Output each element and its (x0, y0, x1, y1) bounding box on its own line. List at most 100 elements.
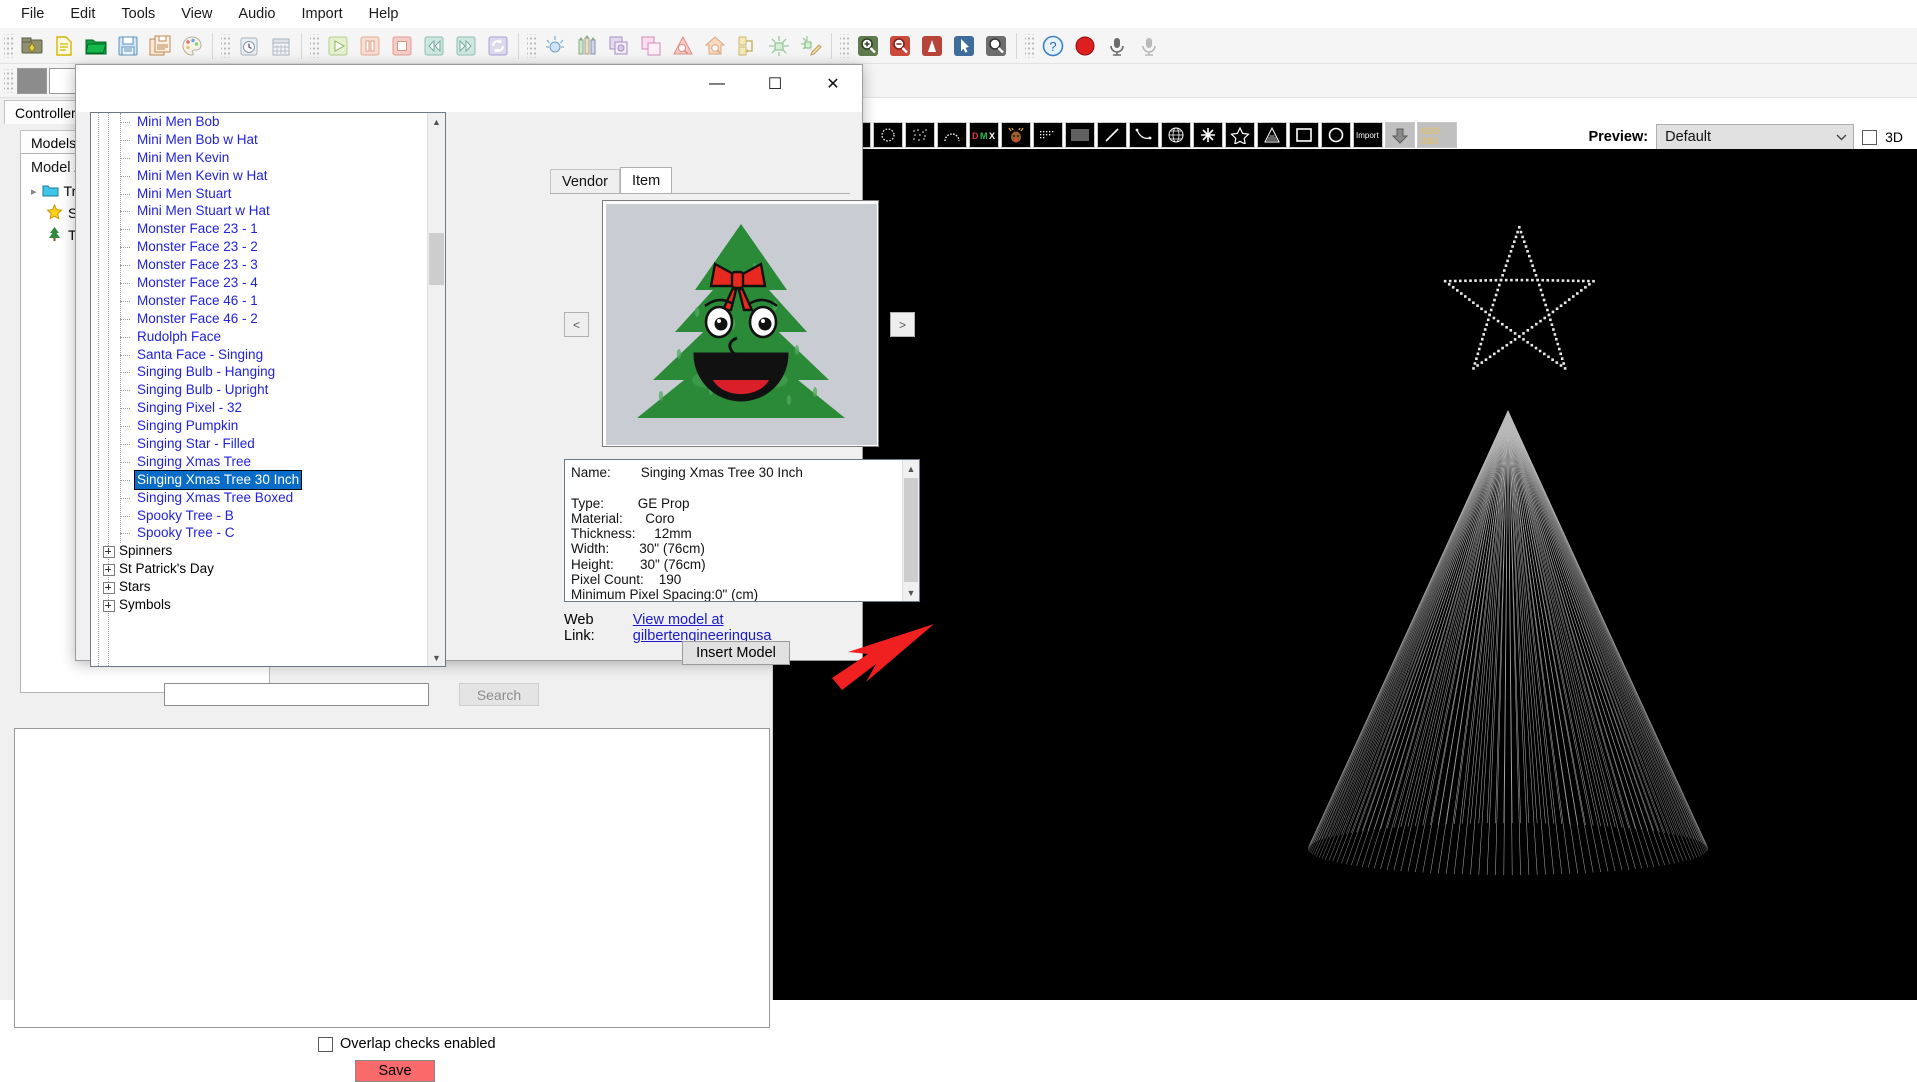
expand-plus-icon[interactable] (103, 582, 115, 595)
tree-leaf[interactable]: Singing Bulb - Upright (91, 381, 427, 399)
scroll-down-arrow[interactable]: ▼ (428, 649, 445, 666)
tree-leaf[interactable]: Spooky Tree - C (91, 524, 427, 542)
menu-item-view[interactable]: View (168, 3, 225, 25)
tree-leaf[interactable]: Mini Men Bob (91, 113, 427, 131)
tree-node[interactable]: Spinners (91, 542, 427, 560)
three-d-checkbox[interactable] (1862, 129, 1878, 145)
tree-leaf[interactable]: Santa Face - Singing (91, 346, 427, 364)
tree-leaf[interactable]: Singing Xmas Tree 30 Inch (91, 469, 427, 490)
tree-leaf[interactable]: Mini Men Stuart w Hat (91, 202, 427, 220)
rewind-icon[interactable] (418, 31, 450, 61)
model-icon-line[interactable] (1097, 122, 1127, 148)
tree-leaf[interactable]: Singing Pumpkin (91, 417, 427, 435)
tree-leaf[interactable]: Singing Star - Filled (91, 435, 427, 453)
new-sequence-icon[interactable] (16, 31, 48, 61)
previous-image-button[interactable]: < (564, 312, 589, 337)
item-info-box[interactable]: Name: Singing Xmas Tree 30 Inch Type: GE… (564, 459, 920, 602)
play-icon[interactable] (322, 31, 354, 61)
toolbar-grip-2[interactable] (221, 33, 230, 58)
toolbar-grip-6[interactable] (1025, 33, 1034, 58)
chevron-right-icon[interactable]: ▸ (31, 185, 37, 198)
zoom-in-icon[interactable] (852, 31, 884, 61)
edit-effect-icon[interactable] (795, 31, 827, 61)
toolbar-grip[interactable] (4, 33, 13, 58)
save-as-icon[interactable] (144, 31, 176, 61)
model-icon-add-object[interactable]: ADD OBJ (1417, 122, 1457, 148)
tree-leaf[interactable]: Singing Pixel - 32 (91, 399, 427, 417)
tab-vendor[interactable]: Vendor (550, 169, 620, 194)
mute-icon[interactable] (1101, 31, 1133, 61)
color-pens-icon[interactable] (571, 31, 603, 61)
palette-icon[interactable] (176, 31, 208, 61)
menu-item-file[interactable]: File (8, 3, 57, 25)
tree-node[interactable]: St Patrick's Day (91, 560, 427, 578)
maximize-button[interactable]: ☐ (746, 65, 804, 103)
search-input[interactable] (164, 683, 429, 706)
layout-canvas[interactable] (14, 728, 770, 1028)
calendar-icon[interactable] (265, 31, 297, 61)
tree-leaf[interactable]: Monster Face 23 - 1 (91, 220, 427, 238)
open-folder-icon[interactable] (80, 31, 112, 61)
tree-leaf[interactable]: Monster Face 23 - 2 (91, 238, 427, 256)
model-icon-polyline[interactable] (1129, 122, 1159, 148)
save-button[interactable]: Save (355, 1060, 435, 1082)
menu-item-tools[interactable]: Tools (108, 3, 168, 25)
tree-scrollbar[interactable]: ▲ ▼ (427, 113, 445, 666)
tree-leaf[interactable]: Mini Men Kevin (91, 149, 427, 167)
tree-node[interactable]: Symbols (91, 596, 427, 614)
web-link-anchor[interactable]: View model at gilbertengineeringusa (633, 612, 850, 644)
model-icon-arch[interactable] (937, 122, 967, 148)
search-button[interactable]: Search (459, 683, 539, 706)
expand-plus-icon[interactable] (103, 600, 115, 613)
model-icon-square[interactable] (1289, 122, 1319, 148)
replay-icon[interactable] (482, 31, 514, 61)
model-icon-download[interactable] (1385, 122, 1415, 148)
select-icon[interactable] (948, 31, 980, 61)
find-house-icon[interactable] (699, 31, 731, 61)
tree-leaf[interactable]: Mini Men Bob w Hat (91, 131, 427, 149)
tree-leaf[interactable]: Singing Xmas Tree (91, 453, 427, 471)
insert-model-button[interactable]: Insert Model (682, 641, 790, 665)
record-icon[interactable] (1069, 31, 1101, 61)
info-scrollbar[interactable]: ▲ ▼ (902, 460, 919, 601)
info-scroll-down-arrow[interactable]: ▼ (903, 584, 919, 601)
close-button[interactable]: ✕ (804, 65, 862, 103)
stop-icon[interactable] (386, 31, 418, 61)
new-document-icon[interactable] (48, 31, 80, 61)
minimize-button[interactable]: — (688, 65, 746, 103)
model-icon-circle[interactable] (1321, 122, 1351, 148)
scroll-thumb[interactable] (429, 233, 444, 285)
tree-leaf[interactable]: Monster Face 46 - 2 (91, 310, 427, 328)
model-icon-dmx[interactable]: DMX (969, 122, 999, 148)
info-scroll-up-arrow[interactable]: ▲ (903, 460, 919, 477)
fit-icon[interactable] (916, 31, 948, 61)
tree-leaf[interactable]: Spooky Tree - B (91, 507, 427, 525)
toolbar-grip-3[interactable] (310, 33, 319, 58)
dialog-titlebar[interactable]: — ☐ ✕ (76, 65, 862, 112)
tree-leaf[interactable]: Mini Men Kevin w Hat (91, 167, 427, 185)
menu-item-audio[interactable]: Audio (225, 3, 288, 25)
node-select-icon[interactable] (763, 31, 795, 61)
copy-layers-icon[interactable] (635, 31, 667, 61)
pause-icon[interactable] (354, 31, 386, 61)
toolbar2-grip[interactable] (4, 68, 13, 93)
tab-item[interactable]: Item (619, 167, 673, 194)
find-prop-icon[interactable] (667, 31, 699, 61)
tree-leaf[interactable]: Monster Face 46 - 1 (91, 292, 427, 310)
scroll-up-arrow[interactable]: ▲ (428, 113, 445, 130)
effects-icon[interactable] (539, 31, 571, 61)
model-icon-circle-ring[interactable] (873, 122, 903, 148)
help-icon[interactable]: ? (1037, 31, 1069, 61)
tree-leaf[interactable]: Singing Bulb - Hanging (91, 363, 427, 381)
model-icon-sphere[interactable] (1161, 122, 1191, 148)
tree-leaf[interactable]: Singing Xmas Tree Boxed (91, 489, 427, 507)
model-icon-matrix-lines[interactable] (1065, 122, 1095, 148)
save-icon[interactable] (112, 31, 144, 61)
tree-leaf[interactable]: Mini Men Stuart (91, 185, 427, 203)
tree-leaf[interactable]: Monster Face 23 - 4 (91, 274, 427, 292)
render-icon[interactable] (603, 31, 635, 61)
fast-forward-icon[interactable] (450, 31, 482, 61)
model-icon-import[interactable]: Import (1353, 122, 1383, 148)
menu-item-help[interactable]: Help (356, 3, 412, 25)
expand-plus-icon[interactable] (103, 546, 115, 559)
